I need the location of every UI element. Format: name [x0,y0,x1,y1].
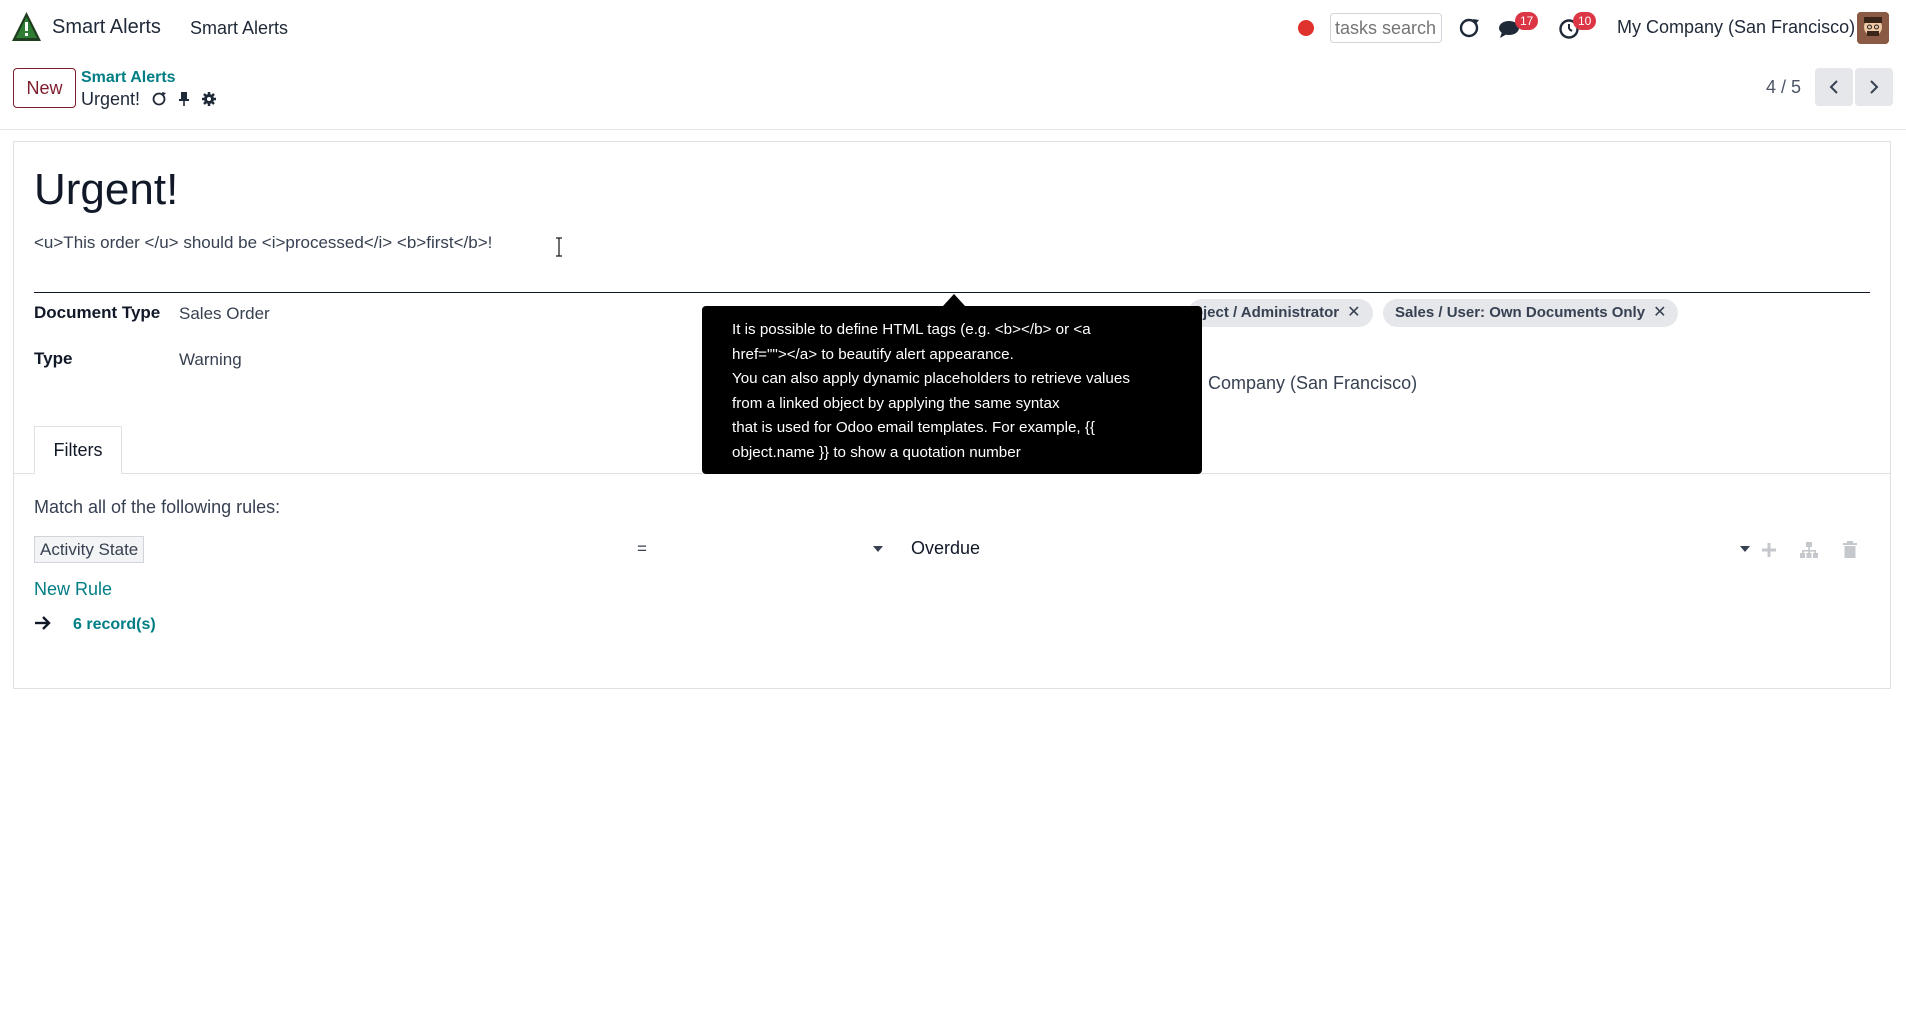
avatar-face-icon [1857,12,1889,44]
tooltip-line: It is possible to define HTML tags (e.g.… [732,321,1091,338]
alert-message-field[interactable]: <u>This order </u> should be <i>processe… [34,233,1870,293]
chevron-right-icon [1870,80,1879,94]
new-button[interactable]: New [13,68,76,108]
tasks-search-input[interactable] [1330,13,1442,43]
plus-icon [1762,543,1776,557]
pin-icon[interactable] [178,91,190,107]
rule-field-path[interactable]: Activity State [34,536,145,563]
tooltip-line: object.name }} to show a quotation numbe… [732,443,1021,461]
user-avatar[interactable] [1857,12,1889,44]
tab-filters[interactable]: Filters [34,426,122,474]
new-rule-button[interactable]: New Rule [34,579,112,600]
tooltip-line: from a linked object by applying the sam… [732,394,1060,412]
matching-records-link[interactable]: 6 record(s) [73,616,156,634]
tooltip-arrow [943,294,965,306]
pager-previous-button[interactable] [1815,68,1853,106]
type-field[interactable]: Warning [179,350,242,370]
remove-tag-icon[interactable]: ✕ [1653,299,1666,327]
text-cursor-icon [556,237,562,257]
tooltip-line: href=""></a> to beautify alert appearanc… [732,345,1014,363]
control-panel-divider [0,129,1906,130]
tooltip-line: that is used for Odoo email templates. F… [732,419,1095,436]
refresh-icon[interactable] [1458,17,1480,39]
company-field[interactable]: Company (San Francisco) [1208,373,1417,394]
app-logo-icon[interactable] [10,10,43,43]
delete-rule-button[interactable] [1840,540,1860,560]
remove-tag-icon[interactable]: ✕ [1347,299,1360,327]
rule-operator-select[interactable]: = [637,539,647,559]
group-tag: roject / Administrator ✕ [1188,299,1373,327]
trash-icon [1843,541,1857,558]
operator-dropdown-caret-icon[interactable] [873,546,883,552]
menu-item-smart-alerts[interactable]: Smart Alerts [190,18,288,39]
rule-value-select[interactable]: Overdue [911,538,980,559]
value-dropdown-caret-icon[interactable] [1740,546,1750,552]
breadcrumb-current: Urgent! [81,89,217,110]
chevron-left-icon [1829,80,1838,94]
type-label: Type [34,349,73,368]
record-indicator-icon[interactable] [1298,20,1314,36]
activities-badge: 10 [1573,12,1597,30]
app-name[interactable]: Smart Alerts [52,16,161,39]
messages-badge: 17 [1515,12,1539,30]
top-navbar: Smart Alerts Smart Alerts 17 10 My Compa… [0,0,1906,56]
group-tag-label: Sales / User: Own Documents Only [1395,304,1646,321]
group-tag: Sales / User: Own Documents Only ✕ [1383,299,1679,327]
arrow-right-icon [35,616,51,630]
add-rule-button[interactable] [1759,540,1779,560]
match-rules-text: Match all of the following rules: [34,497,281,517]
record-refresh-icon[interactable] [151,91,167,107]
breadcrumb-parent-link[interactable]: Smart Alerts [81,69,176,87]
sitemap-icon [1800,542,1818,558]
document-type-field[interactable]: Sales Order [179,304,270,324]
document-type-label: Document Type [34,303,161,322]
gear-icon[interactable] [201,91,217,107]
alert-message-text: <u>This order </u> should be <i>processe… [34,233,493,252]
pager-next-button[interactable] [1855,68,1893,106]
company-switcher[interactable]: My Company (San Francisco) [1617,17,1855,38]
tooltip-line: You can also apply dynamic placeholders … [732,370,1130,387]
group-tag-label: roject / Administrator [1188,304,1340,321]
help-tooltip: It is possible to define HTML tags (e.g.… [702,306,1202,474]
breadcrumb-current-label: Urgent! [81,89,141,109]
record-title[interactable]: Urgent! [34,165,178,215]
add-branch-button[interactable] [1799,540,1819,560]
pager-value[interactable]: 4 / 5 [1766,77,1801,98]
